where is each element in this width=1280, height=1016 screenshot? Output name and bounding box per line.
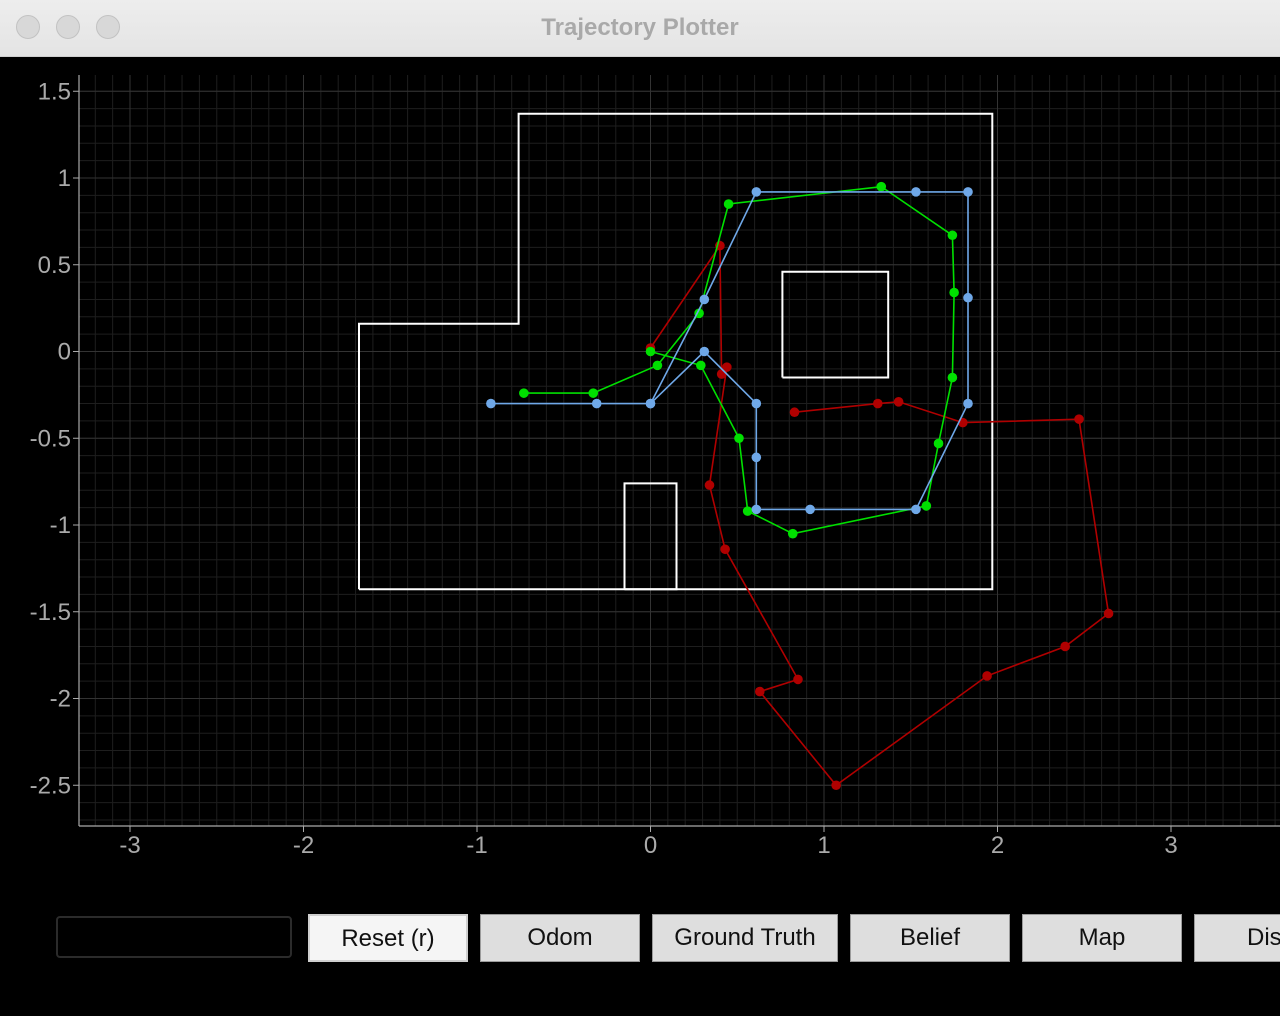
ground-truth-point	[787, 528, 798, 539]
belief-point	[751, 398, 762, 409]
y-tick-label: 1.5	[38, 78, 71, 105]
ground-truth-point	[645, 346, 656, 357]
odom-point	[755, 686, 765, 697]
x-tick-label: 2	[991, 832, 1004, 859]
title-bar: Trajectory Plotter	[0, 0, 1280, 57]
ground-truth-point	[947, 372, 958, 383]
ground-truth-point	[921, 501, 932, 511]
display-button-partial[interactable]: Dis	[1194, 914, 1280, 962]
y-tick-label: -1.5	[30, 599, 71, 626]
belief-point	[751, 504, 762, 515]
belief-point	[911, 504, 921, 515]
belief-point	[963, 187, 973, 197]
command-input[interactable]	[56, 916, 292, 958]
ground-truth-point	[933, 438, 944, 449]
ground-truth-point	[519, 388, 529, 398]
y-tick-label: 0.5	[38, 252, 71, 279]
odom-point	[893, 397, 904, 407]
odom-point	[704, 480, 715, 490]
ground-truth-path	[523, 185, 955, 535]
x-tick-label: -3	[119, 832, 140, 859]
belief-point	[699, 346, 710, 357]
odom-point	[793, 674, 803, 685]
odom-point	[831, 780, 841, 791]
belief-point	[963, 398, 973, 409]
ground-truth-toggle-button[interactable]: Ground Truth	[652, 914, 838, 962]
belief-point	[699, 294, 710, 305]
belief-point	[751, 452, 762, 463]
ground-truth-point	[696, 360, 706, 371]
odom-point	[789, 407, 800, 418]
belief-point	[911, 187, 921, 197]
ground-truth-point	[652, 360, 663, 371]
app-window: Trajectory Plotter -3 -2 -1 0 1 2 3 1.5 1 0.5 0 -0.…	[0, 0, 1280, 1016]
y-tick-label: -1	[50, 512, 71, 539]
odom-point	[872, 398, 883, 409]
odom-point	[982, 671, 992, 681]
belief-point	[963, 292, 973, 303]
x-tick-label: 3	[1164, 832, 1177, 859]
belief-point	[591, 398, 602, 409]
ground-truth-point	[876, 181, 887, 192]
belief-point	[486, 398, 496, 409]
ground-truth-point	[947, 230, 958, 241]
ground-truth-point	[588, 388, 599, 398]
map-obstacle	[781, 270, 890, 379]
belief-path	[490, 191, 969, 511]
ground-truth-point	[742, 506, 753, 516]
ground-truth-point	[723, 199, 734, 209]
y-tick-label: -0.5	[30, 425, 71, 452]
belief-point	[805, 504, 815, 515]
x-tick-label: -1	[466, 832, 487, 859]
map-toggle-button[interactable]: Map	[1022, 914, 1182, 962]
y-tick-label: -2.5	[30, 772, 71, 799]
odom-point	[1060, 641, 1070, 652]
y-tick-label: 1	[58, 165, 71, 192]
trajectory-plot[interactable]: -3 -2 -1 0 1 2 3 1.5 1 0.5 0 -0.5 -1 -1.5 -2 -2.5	[0, 56, 1280, 1016]
reset-button[interactable]: Reset (r)	[308, 914, 468, 962]
belief-point	[645, 398, 656, 409]
odom-point	[1103, 608, 1114, 619]
y-tick-label: -2	[50, 686, 71, 713]
x-tick-label: 1	[817, 832, 830, 859]
odom-point	[720, 544, 730, 555]
window-title: Trajectory Plotter	[541, 14, 739, 41]
x-tick-label: 0	[644, 832, 657, 859]
odom-point	[1074, 414, 1084, 424]
odom-toggle-button[interactable]: Odom	[480, 914, 640, 962]
x-tick-label: -2	[293, 832, 314, 859]
belief-point	[751, 187, 762, 197]
y-tick-label: 0	[58, 339, 71, 366]
belief-toggle-button[interactable]: Belief	[850, 914, 1010, 962]
ground-truth-point	[949, 287, 959, 298]
ground-truth-point	[734, 433, 744, 444]
